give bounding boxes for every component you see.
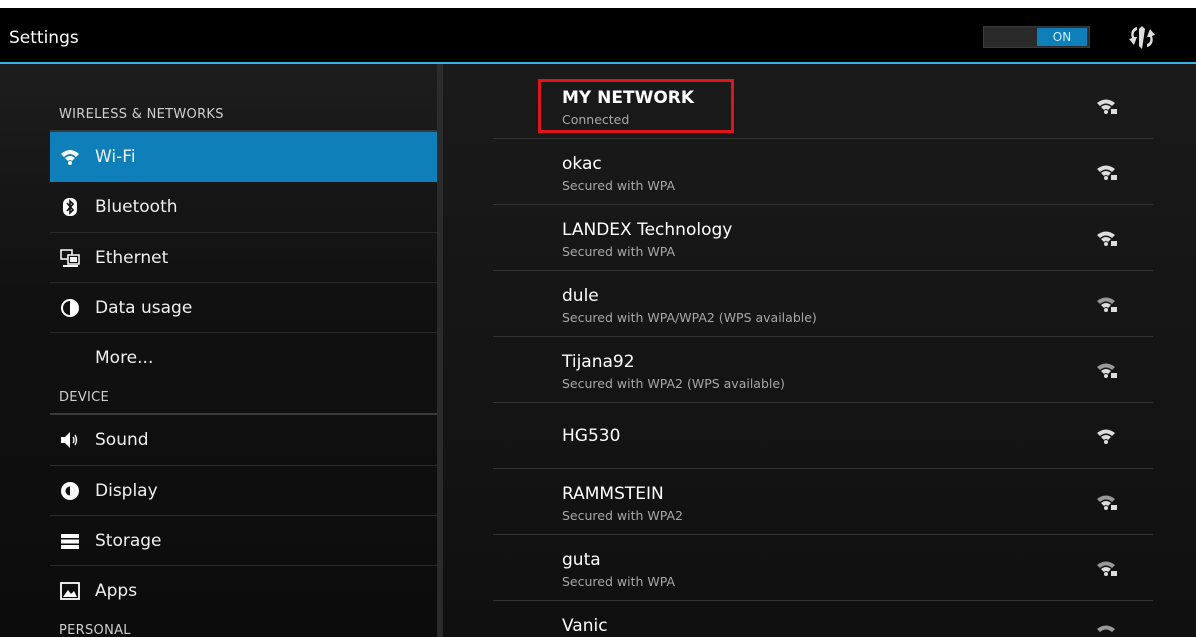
network-status: Secured with WPA	[562, 178, 676, 193]
sidebar-item-label: Storage	[95, 531, 162, 551]
divider	[493, 402, 1153, 403]
divider	[493, 534, 1153, 535]
sidebar-item-apps[interactable]: Apps	[50, 566, 437, 616]
wifi-signal-locked-icon	[1097, 99, 1117, 114]
wifi-icon	[61, 150, 79, 165]
wifi-signal-locked-icon	[1097, 495, 1117, 510]
divider	[493, 138, 1153, 139]
sidebar-item-storage[interactable]: Storage	[50, 516, 437, 566]
android-screen: Settings ON WIRELESS & NETWORKS Wi-Fi Bl…	[0, 8, 1196, 637]
sidebar-item-label: Wi-Fi	[95, 147, 136, 167]
divider	[493, 204, 1153, 205]
network-status: Secured with WPA2	[562, 508, 683, 523]
wifi-toggle-thumb[interactable]: ON	[1037, 28, 1087, 46]
sidebar-item-label: Bluetooth	[95, 197, 178, 217]
network-name[interactable]: okac	[562, 154, 602, 174]
bluetooth-icon	[63, 198, 77, 216]
network-name[interactable]: dule	[562, 286, 599, 306]
highlight-box	[538, 79, 734, 133]
sound-icon	[61, 432, 78, 448]
sidebar-item-label: Apps	[95, 581, 138, 601]
sidebar-item-data-usage[interactable]: Data usage	[50, 283, 437, 333]
network-name[interactable]: Tijana92	[562, 352, 635, 372]
wifi-signal-locked-icon	[1097, 363, 1117, 378]
sidebar-item-bluetooth[interactable]: Bluetooth	[50, 182, 437, 232]
network-name[interactable]: Vanic	[562, 616, 608, 636]
wifi-signal-icon	[1097, 625, 1115, 632]
ethernet-icon	[60, 249, 80, 267]
sidebar-item-sound[interactable]: Sound	[50, 415, 437, 465]
wifi-signal-icon	[1097, 429, 1115, 444]
page-title: Settings	[9, 28, 79, 48]
section-header-wireless: WIRELESS & NETWORKS	[59, 107, 224, 122]
wifi-signal-locked-icon	[1097, 231, 1117, 246]
divider	[493, 468, 1153, 469]
sidebar-item-ethernet[interactable]: Ethernet	[50, 233, 437, 283]
wifi-network-list	[443, 64, 1196, 637]
network-name[interactable]: RAMMSTEIN	[562, 484, 664, 504]
sidebar-item-label: More...	[95, 348, 154, 368]
wifi-signal-locked-icon	[1097, 561, 1117, 576]
network-status: Secured with WPA2 (WPS available)	[562, 376, 785, 391]
wifi-toggle[interactable]: ON	[983, 26, 1090, 48]
network-status: Secured with WPA/WPA2 (WPS available)	[562, 310, 817, 325]
section-header-device: DEVICE	[59, 390, 110, 405]
divider	[493, 336, 1153, 337]
storage-icon	[61, 534, 79, 549]
action-bar: Settings ON	[0, 8, 1196, 64]
network-status: Secured with WPA	[562, 244, 676, 259]
network-name[interactable]: LANDEX Technology	[562, 220, 732, 240]
network-name[interactable]: HG530	[562, 426, 620, 446]
sidebar-item-wifi[interactable]: Wi-Fi	[50, 132, 437, 182]
sync-icon[interactable]	[1126, 22, 1158, 52]
apps-icon	[60, 582, 80, 600]
network-name[interactable]: guta	[562, 550, 601, 570]
data-usage-icon	[61, 299, 79, 317]
sidebar-item-label: Ethernet	[95, 248, 169, 268]
sidebar-item-more[interactable]: More...	[50, 333, 437, 383]
section-header-personal: PERSONAL	[59, 623, 131, 637]
divider	[493, 600, 1153, 601]
divider	[493, 270, 1153, 271]
sidebar-item-label: Data usage	[95, 298, 193, 318]
sidebar-item-label: Display	[95, 481, 158, 501]
wifi-signal-locked-icon	[1097, 165, 1117, 180]
sidebar-item-label: Sound	[95, 430, 149, 450]
network-status: Secured with WPA	[562, 574, 676, 589]
display-icon	[61, 482, 79, 500]
sidebar-item-display[interactable]: Display	[50, 466, 437, 516]
wifi-signal-locked-icon	[1097, 297, 1117, 312]
